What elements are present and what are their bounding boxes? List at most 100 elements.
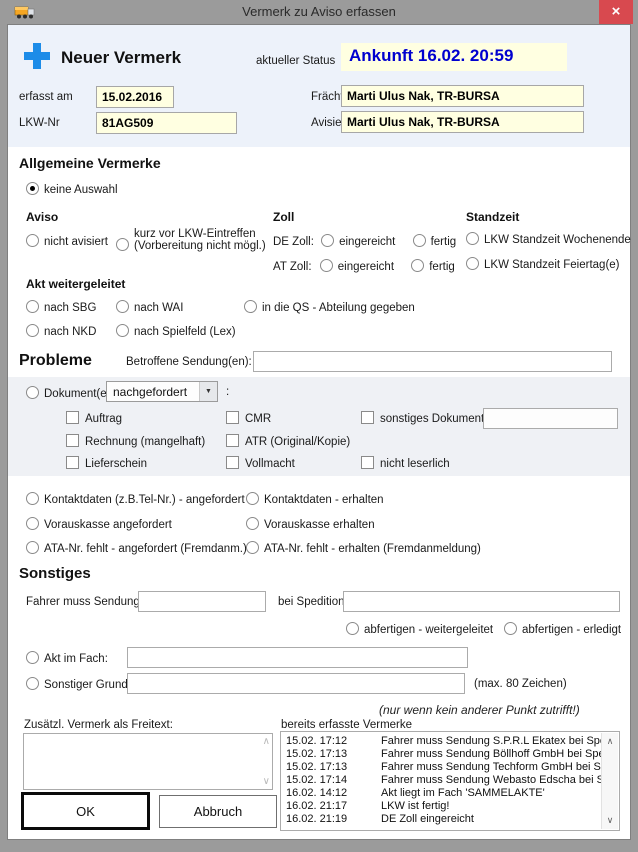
section-probleme: Probleme bbox=[19, 352, 92, 370]
at-zoll-label: AT Zoll: bbox=[273, 261, 312, 273]
fahrer-sendung-input[interactable] bbox=[138, 591, 266, 612]
radio-kontaktdaten-erhalten[interactable]: Kontaktdaten - erhalten bbox=[246, 492, 384, 506]
chevron-down-icon[interactable]: ∨ bbox=[263, 776, 270, 787]
checkbox-auftrag[interactable]: Auftrag bbox=[66, 411, 122, 425]
radio-at-zoll-fertig[interactable]: fertig bbox=[411, 261, 455, 273]
scroll-up-icon[interactable]: ∧ bbox=[602, 734, 618, 749]
radio-icon bbox=[244, 300, 257, 313]
erfasst-am-field[interactable]: 15.02.2016 bbox=[96, 86, 174, 108]
radio-akt-im-fach[interactable]: Akt im Fach: bbox=[26, 651, 108, 665]
vermerk-row[interactable]: 16.02. 14:12Akt liegt im Fach 'SAMMELAKT… bbox=[282, 787, 601, 800]
vermerke-listbox[interactable]: 15.02. 17:12Fahrer muss Sendung S.P.R.L … bbox=[280, 731, 620, 831]
vermerk-row[interactable]: 15.02. 17:14Fahrer muss Sendung Webasto … bbox=[282, 774, 601, 787]
radio-icon bbox=[246, 492, 259, 505]
radio-icon bbox=[26, 234, 39, 247]
vermerk-row[interactable]: 15.02. 17:13Fahrer muss Sendung Techform… bbox=[282, 761, 601, 774]
lkw-nr-label: LKW-Nr bbox=[19, 117, 60, 129]
checkbox-vollmacht[interactable]: Vollmacht bbox=[226, 456, 295, 470]
checkbox-cmr[interactable]: CMR bbox=[226, 411, 271, 425]
checkbox-lieferschein[interactable]: Lieferschein bbox=[66, 456, 147, 470]
radio-icon bbox=[466, 232, 479, 245]
radio-icon bbox=[26, 386, 39, 399]
radio-at-zoll-eingereicht[interactable]: eingereicht bbox=[320, 261, 394, 273]
dokumente-dropdown[interactable]: nachgefordert ▼ bbox=[106, 381, 218, 402]
radio-icon bbox=[504, 622, 517, 635]
radio-de-zoll-eingereicht[interactable]: eingereicht bbox=[321, 236, 395, 248]
erfasst-am-label: erfasst am bbox=[19, 91, 73, 103]
at-zoll-row: AT Zoll: eingereicht fertig bbox=[273, 259, 455, 273]
checkbox-icon bbox=[66, 434, 79, 447]
checkbox-sonstiges-dokument[interactable]: sonstiges Dokument: bbox=[361, 411, 487, 425]
ok-button[interactable]: OK bbox=[21, 792, 150, 830]
freitext-textarea[interactable]: ∧ ∨ bbox=[23, 733, 273, 790]
radio-sonstiger-grund[interactable]: Sonstiger Grund: bbox=[26, 677, 131, 691]
radio-icon bbox=[413, 234, 426, 247]
sonstiger-grund-input[interactable] bbox=[127, 673, 465, 694]
radio-icon bbox=[466, 257, 479, 270]
radio-dokumente[interactable]: Dokument(e) bbox=[26, 386, 110, 400]
checkbox-atr[interactable]: ATR (Original/Kopie) bbox=[226, 434, 350, 448]
radio-standzeit-wochenende[interactable]: LKW Standzeit Wochenende bbox=[466, 232, 631, 246]
radio-icon bbox=[26, 300, 39, 313]
radio-abfertigen-erledigt[interactable]: abfertigen - erledigt bbox=[504, 622, 621, 636]
abbruch-button[interactable]: Abbruch bbox=[159, 795, 277, 828]
checkbox-icon bbox=[226, 411, 239, 424]
dialog-window: Vermerk zu Aviso erfassen × Neuer Vermer… bbox=[0, 0, 638, 852]
radio-qs-abteilung[interactable]: in die QS - Abteilung gegeben bbox=[244, 300, 415, 314]
radio-nach-spielfeld[interactable]: nach Spielfeld (Lex) bbox=[116, 324, 236, 338]
vermerk-row[interactable]: 16.02. 21:19DE Zoll eingereicht bbox=[282, 813, 601, 826]
radio-keine-auswahl[interactable]: keine Auswahl bbox=[26, 182, 118, 196]
radio-kontaktdaten-angefordert[interactable]: Kontaktdaten (z.B.Tel-Nr.) - angefordert bbox=[26, 492, 245, 506]
close-button[interactable]: × bbox=[599, 0, 633, 24]
scroll-down-icon[interactable]: ∨ bbox=[602, 813, 618, 828]
radio-ata-angefordert[interactable]: ATA-Nr. fehlt - angefordert (Fremdanm.) bbox=[26, 541, 247, 555]
radio-nicht-avisiert[interactable]: nicht avisiert bbox=[26, 234, 108, 248]
radio-vorauskasse-angefordert[interactable]: Vorauskasse angefordert bbox=[26, 517, 172, 531]
checkbox-icon bbox=[361, 456, 374, 469]
chevron-up-icon[interactable]: ∧ bbox=[263, 736, 270, 747]
titlebar[interactable]: Vermerk zu Aviso erfassen × bbox=[0, 0, 638, 24]
radio-icon bbox=[411, 259, 424, 272]
subheading-aviso: Aviso bbox=[26, 210, 58, 224]
radio-icon bbox=[346, 622, 359, 635]
radio-nach-sbg[interactable]: nach SBG bbox=[26, 300, 96, 314]
radio-ata-erhalten[interactable]: ATA-Nr. fehlt - erhalten (Fremdanmeldung… bbox=[246, 541, 481, 555]
freitext-label: Zusätzl. Vermerk als Freitext: bbox=[24, 719, 173, 731]
radio-nach-nkd[interactable]: nach NKD bbox=[26, 324, 96, 338]
vermerk-row[interactable]: 15.02. 17:12Fahrer muss Sendung S.P.R.L … bbox=[282, 735, 601, 748]
window-title: Vermerk zu Aviso erfassen bbox=[0, 4, 638, 19]
vermerk-row[interactable]: 16.02. 21:17LKW ist fertig! bbox=[282, 800, 601, 813]
lkw-nr-field[interactable]: 81AG509 bbox=[96, 112, 237, 134]
radio-vorauskasse-erhalten[interactable]: Vorauskasse erhalten bbox=[246, 517, 375, 531]
fahrer-muss-sendung-label: Fahrer muss Sendung bbox=[26, 596, 140, 608]
radio-icon bbox=[26, 651, 39, 664]
akt-im-fach-input[interactable] bbox=[127, 647, 468, 668]
status-value: Ankunft 16.02. 20:59 bbox=[341, 43, 567, 71]
vermerk-row[interactable]: 15.02. 17:13Fahrer muss Sendung Böllhoff… bbox=[282, 748, 601, 761]
subheading-standzeit: Standzeit bbox=[466, 210, 519, 224]
checkbox-icon bbox=[66, 456, 79, 469]
fraechter-field[interactable]: Marti Ulus Nak, TR-BURSA bbox=[341, 85, 584, 107]
plus-icon bbox=[23, 42, 51, 75]
avisierer-field[interactable]: Marti Ulus Nak, TR-BURSA bbox=[341, 111, 584, 133]
chevron-down-icon[interactable]: ▼ bbox=[199, 382, 217, 401]
radio-standzeit-feiertag[interactable]: LKW Standzeit Feiertag(e) bbox=[466, 257, 620, 271]
subheading-zoll: Zoll bbox=[273, 210, 294, 224]
radio-icon bbox=[26, 541, 39, 554]
betroffene-sendungen-input[interactable] bbox=[253, 351, 612, 372]
checkbox-icon bbox=[361, 411, 374, 424]
radio-icon bbox=[26, 492, 39, 505]
section-sonstiges: Sonstiges bbox=[19, 565, 91, 582]
dokumente-colon: : bbox=[226, 386, 229, 398]
section-allgemeine-vermerke: Allgemeine Vermerke bbox=[19, 155, 161, 171]
checkbox-rechnung[interactable]: Rechnung (mangelhaft) bbox=[66, 434, 205, 448]
radio-icon bbox=[246, 517, 259, 530]
radio-nach-wai[interactable]: nach WAI bbox=[116, 300, 183, 314]
radio-de-zoll-fertig[interactable]: fertig bbox=[413, 236, 457, 248]
sonstiges-dokument-input[interactable] bbox=[483, 408, 618, 429]
radio-abfertigen-weitergeleitet[interactable]: abfertigen - weitergeleitet bbox=[346, 622, 493, 636]
checkbox-nicht-leserlich[interactable]: nicht leserlich bbox=[361, 456, 450, 470]
bei-spedition-input[interactable] bbox=[343, 591, 620, 612]
vertical-scrollbar[interactable]: ∧ ∨ bbox=[601, 733, 618, 829]
dropdown-value: nachgefordert bbox=[107, 385, 199, 399]
